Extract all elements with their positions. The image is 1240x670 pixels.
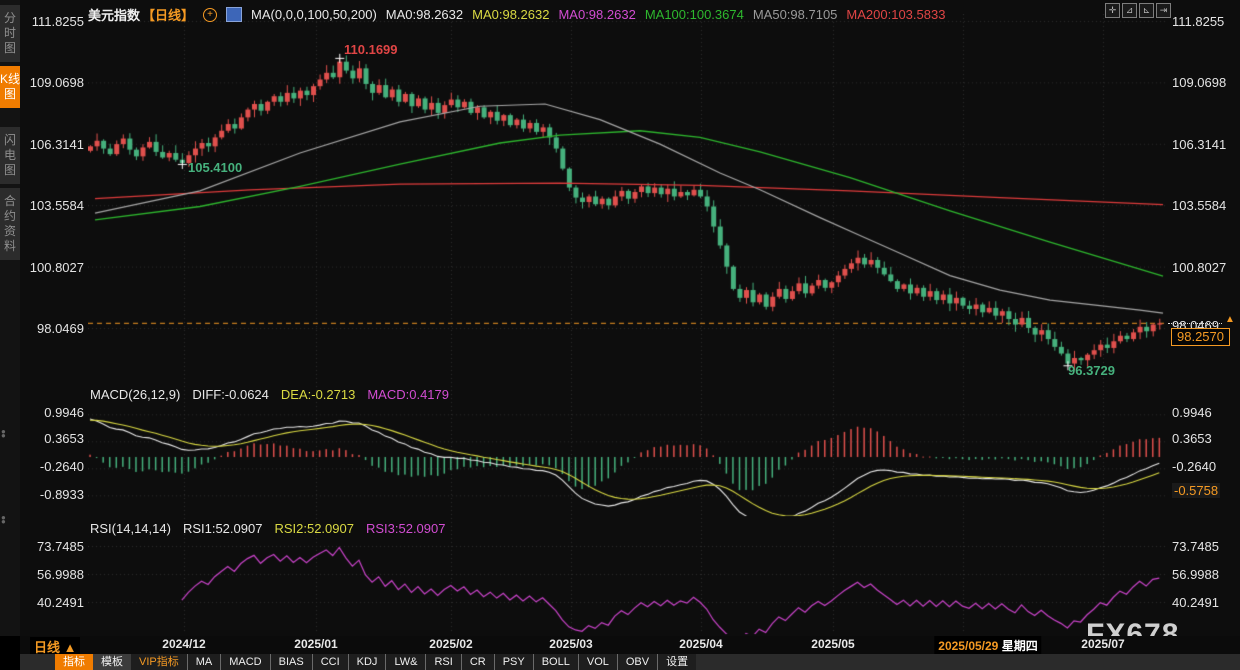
sidebar-tab-candle-chart[interactable]: K线图 (0, 66, 20, 108)
toolbar-button-kdj[interactable]: KDJ (348, 654, 386, 670)
toolbar-button-psy[interactable]: PSY (494, 654, 533, 670)
rsi-panel-handle-icon[interactable]: ●● (1, 516, 9, 524)
rsi3-value: RSI3:52.0907 (366, 521, 446, 536)
macd-diff-value: DIFF:-0.0624 (192, 387, 269, 402)
macd-axis-label: -0.8933 (20, 487, 84, 502)
toolbar-button-lw[interactable]: LW& (385, 654, 425, 670)
toolbar-button-obv[interactable]: OBV (617, 654, 657, 670)
toolbar-button-cci[interactable]: CCI (312, 654, 348, 670)
rsi-title: RSI(14,14,14) (90, 521, 171, 536)
chart-legend: 美元指数 【日线】 + MA(0,0,0,100,50,200) MA0:98.… (88, 5, 945, 24)
ma0-value-3: MA0:98.2632 (558, 7, 635, 22)
highlighted-date: 2025/05/29 星期四 (934, 636, 1041, 655)
price-axis-label: 103.5584 (20, 198, 84, 213)
macd-axis-label: -0.2640 (20, 459, 84, 474)
price-axis-label: 109.0698 (20, 75, 84, 90)
low-annotation-1: 105.4100 (188, 160, 242, 175)
sidebar-tab-flash-chart[interactable]: 闪电图 (0, 127, 20, 184)
symbol-name: 美元指数 (88, 5, 140, 24)
chart-application: 分时图 K线图 闪电图 合约资料 ●● ●● 美元指数 【日线】 + MA(0,… (0, 0, 1240, 670)
macd-axis-label: -0.2640 (1172, 459, 1216, 474)
ma0-value-2: MA0:98.2632 (472, 7, 549, 22)
rsi-axis-label: 73.7485 (1172, 539, 1219, 554)
macd-axis-label: 0.3653 (20, 431, 84, 446)
toolbar-button-vip[interactable]: VIP指标 (131, 654, 187, 670)
price-axis-label: 111.8255 (20, 14, 84, 29)
macd-panel-handle-icon[interactable]: ●● (1, 430, 9, 438)
date-label: 2025/04 (679, 637, 722, 651)
price-chart-canvas[interactable] (88, 14, 1168, 636)
toolbar-tab-templates[interactable]: 模板 (93, 654, 131, 670)
collapse-panel-icon[interactable]: ⇥ (1156, 3, 1171, 18)
date-axis: 日线 ▲ 2024/12 2025/01 2025/02 2025/03 202… (20, 636, 1240, 654)
price-axis-label: 111.8255 (1172, 14, 1224, 29)
toolbar-spacer (20, 654, 55, 670)
indicator-toolbar: 指标 模板 VIP指标 MA MACD BIAS CCI KDJ LW& RSI… (20, 654, 1240, 670)
macd-current-label: -0.5758 (1172, 483, 1220, 498)
price-up-arrow-icon: ▲ (1225, 314, 1235, 325)
crosshair-icon[interactable]: ✛ (1105, 3, 1120, 18)
price-axis-label: 103.5584 (1172, 198, 1226, 213)
ma-params: MA(0,0,0,100,50,200) (251, 7, 377, 22)
date-label: 2025/05 (811, 637, 854, 651)
price-axis-label: 106.3141 (1172, 137, 1226, 152)
macd-axis-label: 0.9946 (20, 405, 84, 420)
toolbar-button-vol[interactable]: VOL (578, 654, 617, 670)
rsi2-value: RSI2:52.0907 (274, 521, 354, 536)
macd-axis-label: 0.9946 (1172, 405, 1212, 420)
rsi-axis-label: 73.7485 (20, 539, 84, 554)
rsi-header: RSI(14,14,14) RSI1:52.0907 RSI2:52.0907 … (90, 521, 445, 536)
macd-title: MACD(26,12,9) (90, 387, 180, 402)
highlighted-date-value: 2025/05/29 (938, 639, 998, 653)
toolbar-button-rsi[interactable]: RSI (425, 654, 460, 670)
toolbar-button-ma[interactable]: MA (187, 654, 221, 670)
sidebar-tab-time-chart[interactable]: 分时图 (0, 5, 20, 62)
last-price-badge: 98.2570 (1171, 328, 1230, 346)
date-label: 2024/12 (162, 637, 205, 651)
date-label: 2025/07 (1081, 637, 1124, 651)
macd-axis-label: 0.3653 (1172, 431, 1212, 446)
macd-value: MACD:0.4179 (367, 387, 449, 402)
macd-header: MACD(26,12,9) DIFF:-0.0624 DEA:-0.2713 M… (90, 387, 449, 402)
price-axis-label: 100.8027 (20, 260, 84, 275)
rsi-axis-label: 56.9988 (1172, 567, 1219, 582)
price-axis-label: 100.8027 (1172, 260, 1226, 275)
date-label: 2025/01 (294, 637, 337, 651)
ma200-value: MA200:103.5833 (846, 7, 945, 22)
highlighted-weekday: 星期四 (1002, 639, 1038, 653)
axis-shift-icon[interactable]: ⊾ (1139, 3, 1154, 18)
low-annotation-2: 96.3729 (1068, 363, 1115, 378)
chart-tools: ✛ ⊿ ⊾ ⇥ (1105, 3, 1171, 18)
toolbar-button-settings[interactable]: 设置 (657, 654, 696, 670)
toolbar-tab-indicators[interactable]: 指标 (55, 654, 93, 670)
high-annotation: 110.1699 (344, 42, 398, 57)
macd-dea-value: DEA:-0.2713 (281, 387, 355, 402)
toolbar-button-macd[interactable]: MACD (220, 654, 269, 670)
ma0-value-1: MA0:98.2632 (386, 7, 463, 22)
price-axis-label: 109.0698 (1172, 75, 1226, 90)
date-label: 2025/03 (549, 637, 592, 651)
axis-scale-icon[interactable]: ⊿ (1122, 3, 1137, 18)
sidebar-tab-contract-info[interactable]: 合约资料 (0, 188, 20, 260)
rsi-axis-label: 40.2491 (1172, 595, 1219, 610)
rsi1-value: RSI1:52.0907 (183, 521, 263, 536)
rsi-axis-label: 56.9988 (20, 567, 84, 582)
period-tag: 【日线】 (142, 5, 194, 24)
rsi-axis-label: 40.2491 (20, 595, 84, 610)
price-line-dots (1168, 323, 1222, 324)
price-axis-label: 106.3141 (20, 137, 84, 152)
toolbar-button-boll[interactable]: BOLL (533, 654, 578, 670)
left-sidebar: 分时图 K线图 闪电图 合约资料 ●● ●● (0, 0, 20, 636)
date-label: 2025/02 (429, 637, 472, 651)
corner-cell (0, 636, 20, 670)
price-axis-label: 98.0469 (20, 321, 84, 336)
add-indicator-icon[interactable]: + (203, 8, 217, 22)
toolbar-button-cr[interactable]: CR (461, 654, 494, 670)
ma50-value: MA50:98.7105 (753, 7, 838, 22)
toolbar-button-bias[interactable]: BIAS (270, 654, 312, 670)
chart-type-icon[interactable] (226, 7, 242, 22)
ma100-value: MA100:100.3674 (645, 7, 744, 22)
